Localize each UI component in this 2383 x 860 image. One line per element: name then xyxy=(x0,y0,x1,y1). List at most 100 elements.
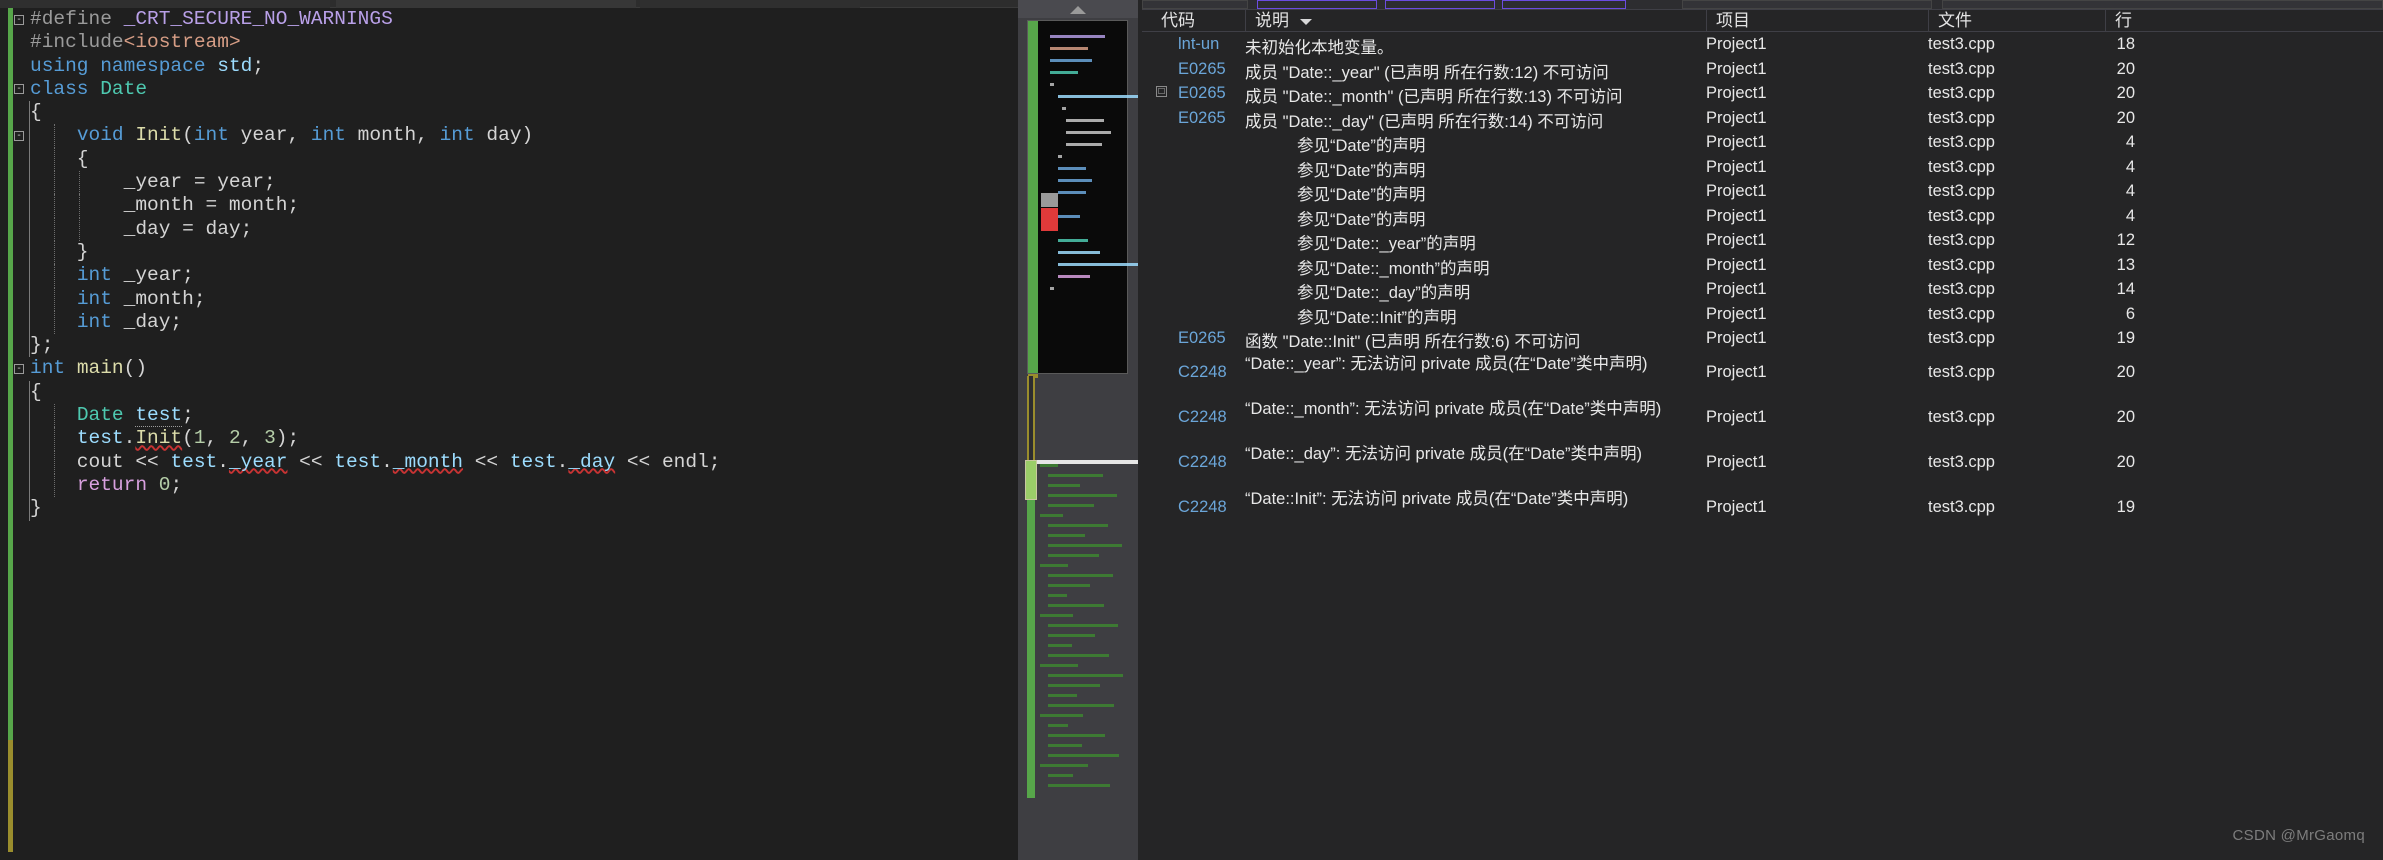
code-line[interactable]: { xyxy=(14,147,1014,172)
error-description: 参见“Date::_month”的声明 xyxy=(1297,259,1490,278)
error-list-toolbar[interactable] xyxy=(1142,0,2383,10)
indent-guide xyxy=(54,473,55,498)
code-line[interactable]: - class Date xyxy=(14,78,1014,101)
code-line[interactable]: - int main() xyxy=(14,357,1014,380)
code-text[interactable]: - #define _CRT_SECURE_NO_WARNINGS #include… xyxy=(14,8,1014,853)
code-token: class xyxy=(30,77,89,100)
indent-guide xyxy=(29,427,30,451)
code-line[interactable]: int _year; xyxy=(14,264,1014,288)
error-file: test3.cpp xyxy=(1928,497,1995,516)
code-line[interactable]: int _month; xyxy=(14,287,1014,311)
error-project: Project1 xyxy=(1706,35,1767,53)
code-line[interactable]: } xyxy=(14,240,1014,265)
error-list-row[interactable]: 参见“Date”的声明 Project1 test3.cpp 4 xyxy=(1142,156,2383,181)
minimap-code-line xyxy=(1040,514,1063,517)
code-token: _day = day; xyxy=(30,217,253,240)
code-line[interactable]: test.Init(1, 2, 3); xyxy=(14,427,1014,451)
column-header-code[interactable]: 代码 xyxy=(1152,10,1245,32)
toolbar-filter-errors[interactable] xyxy=(1257,0,1377,9)
code-line[interactable]: Date test; xyxy=(14,404,1014,428)
indent-guide xyxy=(54,240,55,265)
code-line[interactable]: return 0; xyxy=(14,473,1014,498)
code-line[interactable]: } xyxy=(14,497,1014,521)
code-line[interactable]: cout << test._year << test._month << tes… xyxy=(14,450,1014,474)
code-token: } xyxy=(30,497,42,520)
editor-scrollbar-minimap[interactable] xyxy=(1018,0,1150,860)
error-list-row[interactable]: C2248 “Date::Init”: 无法访问 private 成员(在“Dat… xyxy=(1142,487,2383,532)
indent-guide xyxy=(54,217,55,241)
toolbar-filter-warnings[interactable] xyxy=(1385,0,1495,9)
fold-toggle-icon[interactable]: - xyxy=(14,363,24,374)
row-expander-icon[interactable]: □ xyxy=(1156,86,1167,97)
indent-guide xyxy=(54,427,55,451)
error-list-row[interactable]: 参见“Date”的声明 Project1 test3.cpp 4 xyxy=(1142,205,2383,230)
error-file: test3.cpp xyxy=(1928,304,1995,323)
error-description: 参见“Date::_day”的声明 xyxy=(1297,284,1471,302)
error-list-row[interactable]: C2248 “Date::_day”: 无法访问 private 成员(在“Dat… xyxy=(1142,442,2383,487)
indent-guide xyxy=(54,310,55,335)
column-header-file[interactable]: 文件 xyxy=(1928,10,2105,32)
editor-tab-stub-1[interactable] xyxy=(0,0,330,8)
code-line[interactable]: _year = year; xyxy=(14,171,1014,195)
editor-tab-strip[interactable] xyxy=(0,0,1018,8)
error-list-row[interactable]: 参见“Date::_day”的声明 Project1 test3.cpp 14 xyxy=(1142,278,2383,303)
error-list-row[interactable]: E0265 成员 "Date::_year" (已声明 所在行数:12) 不可访问… xyxy=(1142,58,2383,83)
editor-tab-stub-2[interactable] xyxy=(336,0,636,8)
code-line[interactable]: { xyxy=(14,101,1014,125)
toolbar-filter-messages[interactable] xyxy=(1502,0,1626,9)
error-list-row[interactable]: C2248 “Date::_year”: 无法访问 private 成员(在“Da… xyxy=(1142,352,2383,397)
code-token: Init xyxy=(135,124,183,147)
error-list-header[interactable]: 代码 说明 项目 文件行 xyxy=(1142,10,2383,32)
error-list-row[interactable]: 参见“Date::Init”的声明 Project1 test3.cpp 6 xyxy=(1142,303,2383,328)
minimap-error-marker xyxy=(1041,208,1058,231)
error-list-row[interactable]: 参见“Date::_year”的声明 Project1 test3.cpp 12 xyxy=(1142,229,2383,254)
toolbar-search-box[interactable] xyxy=(1682,0,1932,9)
indent-guide xyxy=(29,404,30,428)
editor-tab-stub-3[interactable] xyxy=(640,0,860,8)
fold-toggle-icon[interactable]: - xyxy=(14,14,24,25)
toolbar-group-1[interactable] xyxy=(1142,0,1248,9)
code-line[interactable]: _month = month; xyxy=(14,194,1014,218)
code-token: << xyxy=(135,450,159,473)
column-header-project[interactable]: 项目 xyxy=(1706,10,1928,32)
minimap-code-line xyxy=(1048,684,1100,687)
minimap-code-line xyxy=(1048,604,1104,607)
error-list-row[interactable]: E0265 成员 "Date::_day" (已声明 所在行数:14) 不可访问 P… xyxy=(1142,107,2383,132)
error-list-rows[interactable]: lnt-un 未初始化本地变量。 Project1 test3.cpp 18 E0265 成… xyxy=(1142,33,2383,823)
fold-toggle-icon[interactable]: - xyxy=(14,130,24,141)
error-file: test3.cpp xyxy=(1928,255,1995,274)
error-list-row[interactable]: □ E0265 成员 "Date::_month" (已声明 所在行数:13) 不可… xyxy=(1142,82,2383,107)
sort-descending-icon[interactable] xyxy=(1300,19,1312,25)
scrollbar-thumb[interactable] xyxy=(1025,460,1037,500)
code-editor-pane[interactable]: - #define _CRT_SECURE_NO_WARNINGS #include… xyxy=(0,0,1018,860)
code-token: int xyxy=(76,287,112,310)
code-line[interactable]: using namespace std; xyxy=(14,55,1014,78)
error-list-row[interactable]: 参见“Date”的声明 Project1 test3.cpp 4 xyxy=(1142,131,2383,156)
code-line[interactable]: - #define _CRT_SECURE_NO_WARNINGS xyxy=(14,8,1014,31)
error-list-row[interactable]: C2248 “Date::_month”: 无法访问 private 成员(在“D… xyxy=(1142,397,2383,442)
code-line[interactable]: #include<iostream> xyxy=(14,31,1014,54)
minimap-code-line xyxy=(1040,564,1068,567)
column-header-line[interactable]: 行 xyxy=(2105,10,2165,32)
code-token: #define xyxy=(30,8,124,30)
scroll-up-button[interactable] xyxy=(1018,0,1138,18)
code-line[interactable]: _day = day; xyxy=(14,217,1014,241)
fold-toggle-icon[interactable]: - xyxy=(14,84,24,95)
code-token: . xyxy=(217,450,229,473)
error-list-row[interactable]: lnt-un 未初始化本地变量。 Project1 test3.cpp 18 xyxy=(1142,33,2383,58)
toolbar-overflow[interactable] xyxy=(1942,0,2383,9)
code-line[interactable]: int _day; xyxy=(14,310,1014,335)
column-header-description[interactable]: 说明 xyxy=(1245,10,1706,32)
code-line[interactable]: }; xyxy=(14,334,1014,358)
code-line[interactable]: - void Init(int year, int month, int day… xyxy=(14,124,1014,148)
code-line[interactable]: { xyxy=(14,380,1014,405)
code-token: 2 xyxy=(228,427,241,450)
error-file: test3.cpp xyxy=(1928,280,1995,298)
error-list-row[interactable]: E0265 函数 "Date::Init" (已声明 所在行数:6) 不可访问 Pr… xyxy=(1142,327,2383,352)
code-token: _month; xyxy=(111,287,206,310)
error-list-panel[interactable]: 代码 说明 项目 文件行 lnt-un 未初始化本地变量。 Project1 test3.c… xyxy=(1142,0,2383,860)
error-list-row[interactable]: 参见“Date::_month”的声明 Project1 test3.cpp 13 xyxy=(1142,254,2383,279)
error-list-row[interactable]: 参见“Date”的声明 Project1 test3.cpp 4 xyxy=(1142,180,2383,205)
